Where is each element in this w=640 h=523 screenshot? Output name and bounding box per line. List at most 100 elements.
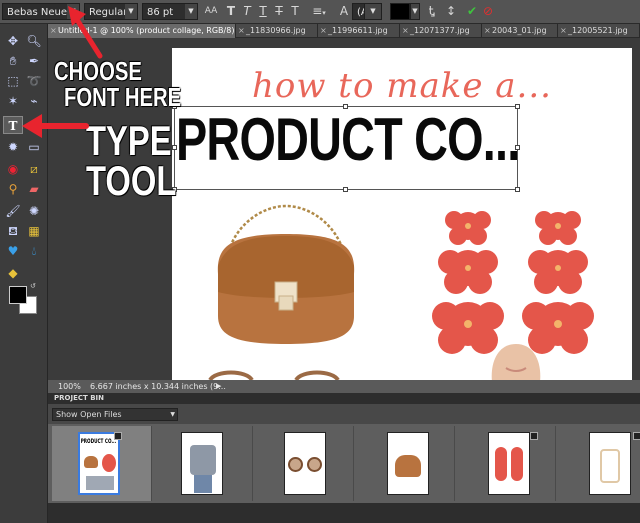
blur-tool[interactable]: 💧︎ bbox=[24, 242, 44, 260]
clone-stamp-tool[interactable]: ⚲ bbox=[3, 180, 23, 198]
thumb-tshirt-shape bbox=[86, 476, 114, 490]
strikethrough-button[interactable]: T bbox=[272, 3, 286, 20]
shape-tool[interactable]: ✹ bbox=[3, 138, 23, 156]
red-eye-icon: ◉ bbox=[7, 162, 19, 176]
leading-icon: A bbox=[339, 4, 349, 18]
tab-label: _11996611.jpg bbox=[328, 26, 388, 35]
warp-text-button[interactable]: Ꮏ bbox=[424, 3, 440, 20]
tab-label: _11830966.jpg bbox=[246, 26, 306, 35]
thumbnail-bag[interactable] bbox=[355, 426, 455, 501]
tab-11996611[interactable]: × _11996611.jpg bbox=[318, 24, 400, 38]
document-dimensions: 6.667 inches x 10.344 inches (9... bbox=[90, 382, 226, 391]
tab-20043-01[interactable]: × 20043_01.jpg bbox=[482, 24, 558, 38]
thumb-lens-right bbox=[307, 457, 322, 472]
lasso-tool[interactable]: ➰ bbox=[24, 72, 44, 90]
resize-handle[interactable] bbox=[343, 104, 348, 109]
status-menu-arrow-icon[interactable]: ▶ bbox=[216, 380, 221, 393]
cookie-cutter-icon: ▭ bbox=[28, 140, 40, 154]
close-icon[interactable]: × bbox=[484, 24, 491, 38]
orientation-button[interactable]: ↕ bbox=[443, 3, 459, 20]
text-color-swatch[interactable] bbox=[390, 3, 410, 20]
resize-handle[interactable] bbox=[172, 145, 177, 150]
canvas-area[interactable]: how to make a... PRODUCT CO... CHOOSE FO… bbox=[48, 38, 640, 380]
brush-tool[interactable]: 🖌︎ bbox=[3, 202, 23, 220]
show-files-select[interactable]: Show Open Files ▼ bbox=[52, 408, 178, 421]
thumbnail-title: PRODUCT CO... bbox=[80, 438, 117, 445]
font-family-select[interactable]: Bebas Neue ▼ bbox=[2, 3, 80, 20]
italic-button[interactable]: T bbox=[240, 3, 254, 20]
cancel-button[interactable]: ⊘ bbox=[480, 3, 496, 20]
close-icon[interactable]: × bbox=[50, 24, 57, 38]
tab-12071377[interactable]: × _12071377.jpg bbox=[400, 24, 482, 38]
thumbnail-image bbox=[387, 432, 429, 495]
bold-button[interactable]: T bbox=[224, 3, 238, 20]
quick-selection-tool[interactable]: ⌁ bbox=[24, 92, 44, 110]
leading-dropdown[interactable]: ▼ bbox=[364, 3, 382, 20]
align-menu-button[interactable]: ≡▾ bbox=[308, 3, 330, 20]
gradient-tool[interactable]: ▦ bbox=[24, 222, 44, 240]
text-color-dropdown[interactable]: ▼ bbox=[410, 3, 420, 20]
font-family-value: Bebas Neue bbox=[7, 7, 67, 18]
bandage-icon: ⧄ bbox=[30, 162, 38, 176]
healing-tool[interactable]: ⧄ bbox=[24, 160, 44, 178]
checkmark-icon: ✔ bbox=[466, 4, 478, 18]
resize-handle[interactable] bbox=[515, 104, 520, 109]
type-tool[interactable]: T bbox=[3, 116, 23, 134]
thumbnail-sunglasses[interactable] bbox=[254, 426, 354, 501]
text-bounding-box[interactable] bbox=[172, 104, 520, 192]
close-icon[interactable]: × bbox=[560, 24, 567, 38]
font-style-value: Regular bbox=[89, 7, 128, 18]
options-bar: Bebas Neue ▼ Regular ▼ 86 pt ▼ AA T T T … bbox=[0, 0, 640, 24]
thumb-bag-shape bbox=[395, 455, 421, 477]
eraser-tool[interactable]: ▰ bbox=[24, 180, 44, 198]
resize-handle[interactable] bbox=[515, 187, 520, 192]
thumbnail-earrings[interactable] bbox=[456, 426, 556, 501]
move-tool[interactable]: ✥ bbox=[3, 32, 23, 50]
magic-wand-tool[interactable]: ✶ bbox=[3, 92, 23, 110]
zoom-level[interactable]: 100% bbox=[58, 380, 81, 393]
zoom-tool[interactable]: 🔍︎ bbox=[24, 32, 44, 50]
gradient-icon: ▦ bbox=[28, 224, 40, 238]
model-image-partial bbox=[491, 344, 541, 380]
font-style-select[interactable]: Regular ▼ bbox=[84, 3, 138, 20]
red-eye-tool[interactable]: ◉ bbox=[3, 160, 23, 178]
bottom-panel-strip bbox=[48, 503, 640, 523]
thumbnail-collage[interactable]: PRODUCT CO... bbox=[52, 426, 152, 501]
paint-bucket-icon: ⛾ bbox=[8, 224, 18, 238]
eyedropper-tool[interactable]: ✒ bbox=[24, 52, 44, 70]
anti-alias-button[interactable]: AA bbox=[203, 3, 219, 20]
thumb-earring-left bbox=[495, 447, 507, 481]
project-bin-header[interactable]: PROJECT BIN bbox=[48, 393, 640, 404]
toolbox: ✥ 🔍︎ ✋︎ ✒ ⬚ ➰ ✶ ⌁ T ✹ ▭ ◉ ⧄ ⚲ ▰ 🖌︎ ✺ ⛾ ▦… bbox=[0, 24, 48, 523]
thumbnail-image bbox=[589, 432, 631, 495]
paint-bucket-tool[interactable]: ⛾ bbox=[3, 222, 23, 240]
underline-button[interactable]: T bbox=[256, 3, 270, 20]
document-canvas[interactable]: how to make a... PRODUCT CO... bbox=[172, 48, 632, 380]
thumbnail-image bbox=[488, 432, 530, 495]
font-size-select[interactable]: 86 pt ▼ bbox=[142, 3, 198, 20]
thumb-shoe-shape bbox=[600, 449, 620, 483]
impressionist-brush-tool[interactable]: ✺ bbox=[24, 202, 44, 220]
swap-colors-icon[interactable]: ↺ bbox=[30, 282, 36, 290]
chevron-down-icon: ▼ bbox=[170, 411, 175, 418]
tab-12005521[interactable]: × _12005521.jpg bbox=[558, 24, 640, 38]
resize-handle[interactable] bbox=[343, 187, 348, 192]
custom-shape-tool[interactable]: ♥ bbox=[3, 242, 23, 260]
resize-handle[interactable] bbox=[515, 145, 520, 150]
sparkle-brush-icon: ✺ bbox=[28, 204, 40, 218]
crop-tool[interactable]: ◆ bbox=[3, 264, 23, 282]
hand-tool[interactable]: ✋︎ bbox=[3, 52, 23, 70]
tab-11830966[interactable]: × _11830966.jpg bbox=[236, 24, 318, 38]
marquee-tool[interactable]: ⬚ bbox=[3, 72, 23, 90]
chevron-down-icon: ▾ bbox=[322, 9, 326, 17]
close-icon[interactable]: × bbox=[320, 24, 327, 38]
thumbnail-tshirt[interactable] bbox=[153, 426, 253, 501]
close-icon[interactable]: × bbox=[238, 24, 245, 38]
close-icon[interactable]: × bbox=[402, 24, 409, 38]
tab-untitled-1[interactable]: × Untitled-1 @ 100% (product collage, RG… bbox=[48, 24, 236, 38]
thumbnail-shoe[interactable] bbox=[557, 426, 640, 501]
commit-button[interactable]: ✔ bbox=[464, 3, 480, 20]
faux-button[interactable]: T bbox=[288, 3, 302, 20]
cookie-cutter-tool[interactable]: ▭ bbox=[24, 138, 44, 156]
brush-icon: 🖌︎ bbox=[5, 204, 21, 218]
